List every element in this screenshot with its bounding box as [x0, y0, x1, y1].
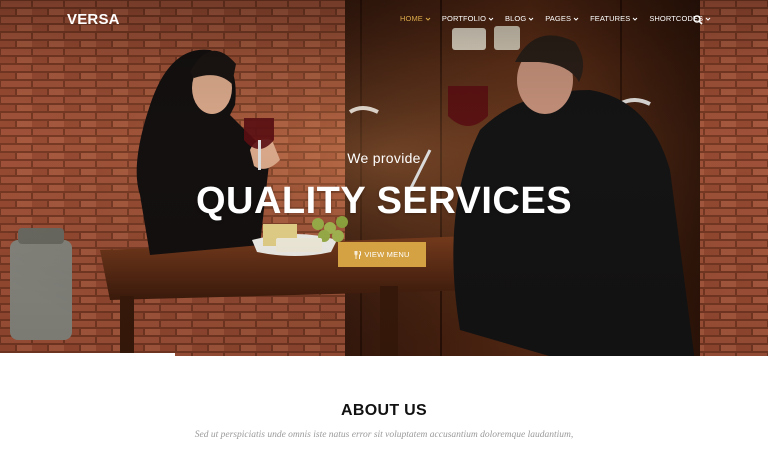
about-heading: ABOUT US: [341, 402, 427, 419]
hero-subtitle: We provide: [347, 150, 421, 166]
chevron-down-icon: [573, 17, 579, 21]
chevron-down-icon: [425, 17, 431, 21]
hero-overlay: [0, 0, 768, 356]
view-menu-button[interactable]: VIEW MENU: [338, 242, 426, 267]
nav-item-pages[interactable]: PAGES: [545, 14, 579, 23]
chevron-down-icon: [632, 17, 638, 21]
fork-knife-icon: [355, 250, 362, 259]
nav-item-label: HOME: [400, 14, 423, 23]
search-icon[interactable]: [693, 15, 703, 25]
site-logo[interactable]: VERSA: [67, 11, 120, 28]
hero-section: VERSA HOME PORTFOLIO BLOG PAGES FEATURES…: [0, 0, 768, 356]
view-menu-label: VIEW MENU: [364, 250, 410, 259]
nav-item-features[interactable]: FEATURES: [590, 14, 638, 23]
chevron-down-icon: [528, 17, 534, 21]
nav-item-label: PORTFOLIO: [441, 14, 487, 23]
nav-item-portfolio[interactable]: PORTFOLIO: [442, 14, 494, 23]
nav-item-label: FEATURES: [590, 14, 631, 23]
about-description: Sed ut perspiciatis unde omnis iste natu…: [194, 430, 574, 440]
chevron-down-icon: [488, 17, 494, 21]
nav-item-blog[interactable]: BLOG: [505, 14, 534, 23]
main-navigation: HOME PORTFOLIO BLOG PAGES FEATURES SHORT…: [400, 14, 722, 23]
chevron-down-icon: [705, 17, 711, 21]
nav-item-home[interactable]: HOME: [400, 14, 431, 23]
hero-progress-line: [0, 353, 175, 356]
nav-item-label: PAGES: [545, 14, 572, 23]
nav-item-label: BLOG: [505, 14, 527, 23]
hero-title: QUALITY SERVICES: [195, 180, 573, 222]
